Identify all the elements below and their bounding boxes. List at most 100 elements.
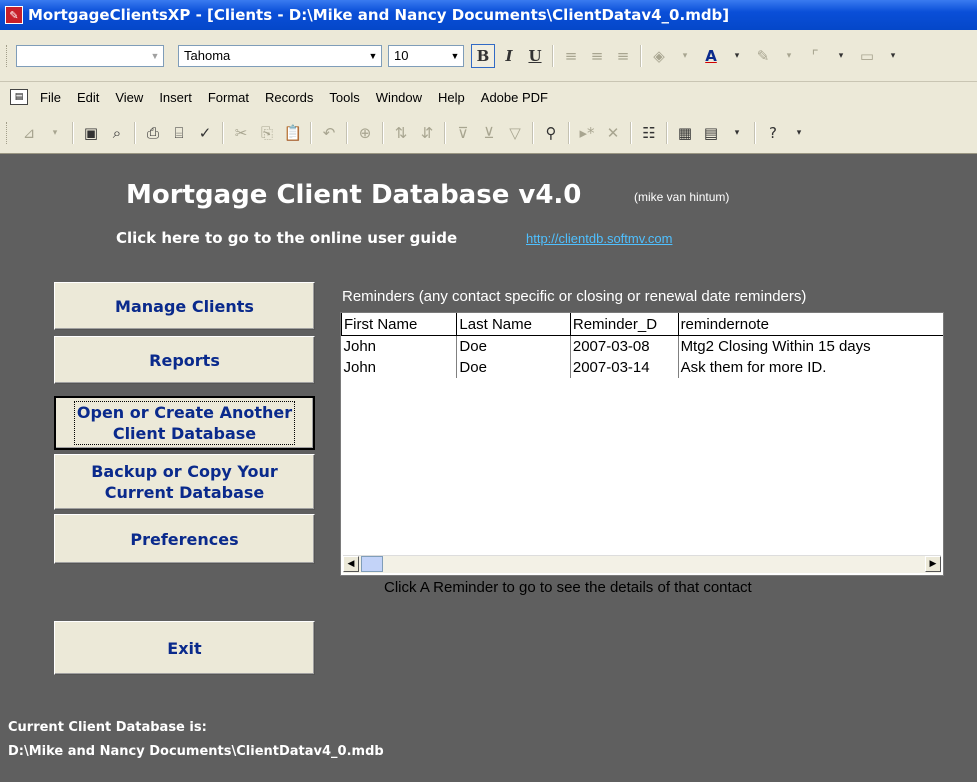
- menu-bar: ▤ File Edit View Insert Format Records T…: [0, 82, 977, 112]
- hyperlink-icon[interactable]: ⊕: [353, 121, 377, 145]
- bold-button[interactable]: B: [471, 43, 495, 68]
- font-size-combo[interactable]: 10 ▼: [388, 44, 464, 67]
- font-color-icon[interactable]: A: [699, 44, 723, 68]
- reports-button[interactable]: Reports: [54, 336, 315, 384]
- scroll-left-icon[interactable]: ◀: [343, 556, 359, 572]
- filter-by-form-icon[interactable]: ⊻: [477, 121, 501, 145]
- cell-reminder-note[interactable]: Ask them for more ID.: [678, 357, 943, 378]
- chevron-down-icon[interactable]: ▾: [673, 44, 697, 68]
- toolbar-options-icon[interactable]: ▾: [787, 121, 811, 145]
- cell-reminder-date[interactable]: 2007-03-08: [570, 335, 679, 357]
- toolbar-separator: [310, 121, 312, 144]
- chevron-down-icon[interactable]: ▾: [725, 121, 749, 145]
- toolbar-separator: [552, 44, 554, 67]
- object-combo[interactable]: ▼: [16, 44, 164, 67]
- chevron-down-icon[interactable]: ▾: [881, 44, 905, 68]
- chevron-down-icon[interactable]: ▾: [43, 121, 67, 145]
- toolbar-grip[interactable]: [6, 44, 10, 67]
- title-bar: ✎ MortgageClientsXP - [Clients - D:\Mike…: [0, 0, 977, 30]
- cell-last-name[interactable]: Doe: [456, 357, 571, 378]
- fill-color-icon[interactable]: ◈: [647, 44, 671, 68]
- chevron-down-icon[interactable]: ▾: [777, 44, 801, 68]
- exit-button[interactable]: Exit: [54, 621, 315, 675]
- table-row[interactable]: John Doe 2007-03-14 Ask them for more ID…: [341, 357, 944, 378]
- sort-ascending-icon[interactable]: ⇅: [389, 121, 413, 145]
- copy-icon[interactable]: ⎘: [255, 121, 279, 145]
- filter-by-selection-icon[interactable]: ⊽: [451, 121, 475, 145]
- toolbar-separator: [640, 44, 642, 67]
- menu-insert[interactable]: Insert: [159, 90, 192, 105]
- manage-clients-button[interactable]: Manage Clients: [54, 282, 315, 330]
- table-row[interactable]: John Doe 2007-03-08 Mtg2 Closing Within …: [341, 335, 944, 358]
- line-color-icon[interactable]: ✎: [751, 44, 775, 68]
- line-width-icon[interactable]: ▭: [855, 44, 879, 68]
- menu-view[interactable]: View: [115, 90, 143, 105]
- delete-record-icon[interactable]: ✕: [601, 121, 625, 145]
- align-right-icon[interactable]: ≡: [611, 44, 635, 68]
- menu-format[interactable]: Format: [208, 90, 249, 105]
- file-search-icon[interactable]: ⌕: [105, 121, 129, 145]
- font-name-combo[interactable]: Tahoma ▼: [178, 44, 382, 67]
- cell-first-name[interactable]: John: [341, 335, 458, 357]
- new-object-icon[interactable]: ▤: [699, 121, 723, 145]
- menu-help[interactable]: Help: [438, 90, 465, 105]
- scrollbar-track[interactable]: [383, 556, 925, 573]
- horizontal-scrollbar[interactable]: ◀ ▶: [343, 555, 941, 573]
- properties-icon[interactable]: ☷: [637, 121, 661, 145]
- open-create-database-button[interactable]: Open or Create Another Client Database: [54, 396, 315, 450]
- underline-button[interactable]: U: [523, 44, 547, 68]
- chevron-down-icon[interactable]: ▾: [725, 44, 749, 68]
- align-left-icon[interactable]: ≡: [559, 44, 583, 68]
- save-icon[interactable]: ▣: [79, 121, 103, 145]
- form-window-icon[interactable]: ▤: [10, 89, 28, 105]
- current-database-path: D:\Mike and Nancy Documents\ClientDatav4…: [8, 744, 384, 759]
- menu-tools[interactable]: Tools: [329, 90, 359, 105]
- find-icon[interactable]: ⚲: [539, 121, 563, 145]
- sort-descending-icon[interactable]: ⇵: [415, 121, 439, 145]
- print-preview-icon[interactable]: ⌸: [167, 121, 191, 145]
- view-icon[interactable]: ⊿: [17, 121, 41, 145]
- chevron-down-icon: ▼: [150, 50, 160, 61]
- cell-reminder-date[interactable]: 2007-03-14: [570, 357, 679, 378]
- toolbar-separator: [222, 121, 224, 144]
- backup-copy-database-button[interactable]: Backup or Copy Your Current Database: [54, 454, 315, 510]
- undo-icon[interactable]: ↶: [317, 121, 341, 145]
- preferences-button[interactable]: Preferences: [54, 514, 315, 564]
- column-header-reminder-note[interactable]: remindernote: [677, 313, 943, 336]
- user-guide-link[interactable]: http://clientdb.softmv.com: [526, 231, 672, 246]
- spelling-icon[interactable]: ✓: [193, 121, 217, 145]
- align-center-icon[interactable]: ≡: [585, 44, 609, 68]
- italic-button[interactable]: I: [497, 44, 521, 68]
- app-icon[interactable]: ✎: [5, 6, 23, 24]
- reminders-list[interactable]: First Name Last Name Reminder_D reminder…: [340, 312, 944, 576]
- user-guide-text[interactable]: Click here to go to the online user guid…: [116, 229, 457, 247]
- reminders-label: Reminders (any contact specific or closi…: [342, 288, 807, 305]
- cell-reminder-note[interactable]: Mtg2 Closing Within 15 days: [678, 336, 943, 358]
- menu-records[interactable]: Records: [265, 90, 313, 105]
- cell-first-name[interactable]: John: [341, 357, 458, 378]
- column-header-last-name[interactable]: Last Name: [456, 313, 571, 336]
- menu-adobe-pdf[interactable]: Adobe PDF: [481, 90, 548, 105]
- scrollbar-thumb[interactable]: [361, 556, 383, 572]
- toolbar-separator: [444, 121, 446, 144]
- apply-filter-icon[interactable]: ▽: [503, 121, 527, 145]
- scroll-right-icon[interactable]: ▶: [925, 556, 941, 572]
- chevron-down-icon[interactable]: ▾: [829, 44, 853, 68]
- standard-toolbar: ⊿ ▾ ▣ ⌕ ⎙ ⌸ ✓ ✂ ⎘ 📋 ↶ ⊕ ⇅ ⇵ ⊽ ⊻ ▽ ⚲ ▸* ✕…: [0, 112, 977, 154]
- toolbar-separator: [568, 121, 570, 144]
- cut-icon[interactable]: ✂: [229, 121, 253, 145]
- menu-file[interactable]: File: [40, 90, 61, 105]
- column-header-reminder-date[interactable]: Reminder_D: [569, 313, 679, 336]
- print-icon[interactable]: ⎙: [141, 121, 165, 145]
- paste-icon[interactable]: 📋: [281, 121, 305, 145]
- border-icon[interactable]: ⌜: [803, 44, 827, 68]
- menu-edit[interactable]: Edit: [77, 90, 99, 105]
- menu-window[interactable]: Window: [376, 90, 422, 105]
- column-header-first-name[interactable]: First Name: [341, 313, 458, 336]
- help-icon[interactable]: ?: [761, 121, 785, 145]
- new-record-icon[interactable]: ▸*: [575, 121, 599, 145]
- database-window-icon[interactable]: ▦: [673, 121, 697, 145]
- cell-last-name[interactable]: Doe: [456, 335, 571, 357]
- formatting-toolbar: ▼ Tahoma ▼ 10 ▼ B I U ≡ ≡ ≡ ◈ ▾ A ▾ ✎ ▾ ⌜ …: [0, 30, 977, 82]
- toolbar-grip[interactable]: [6, 121, 10, 144]
